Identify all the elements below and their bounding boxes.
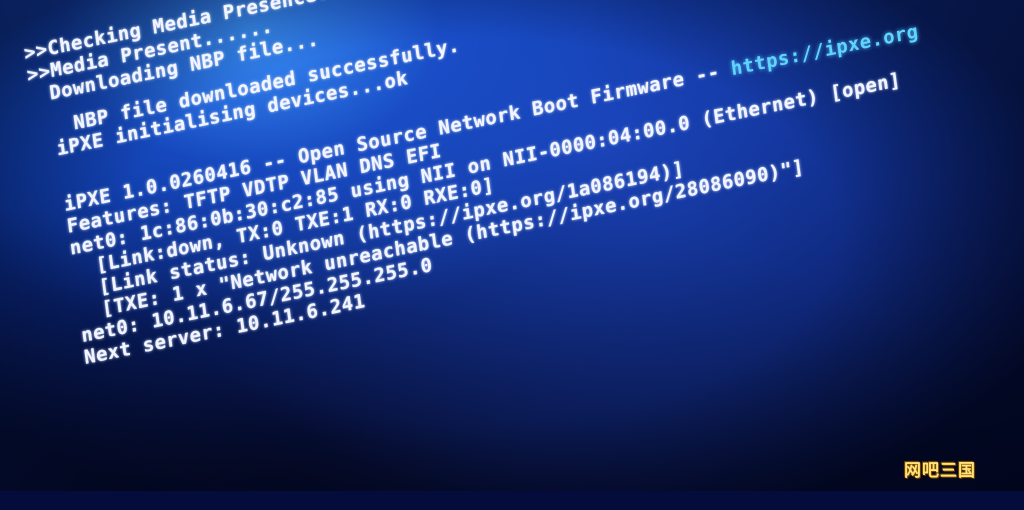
watermark-logo: 网吧三国: [904, 461, 976, 481]
